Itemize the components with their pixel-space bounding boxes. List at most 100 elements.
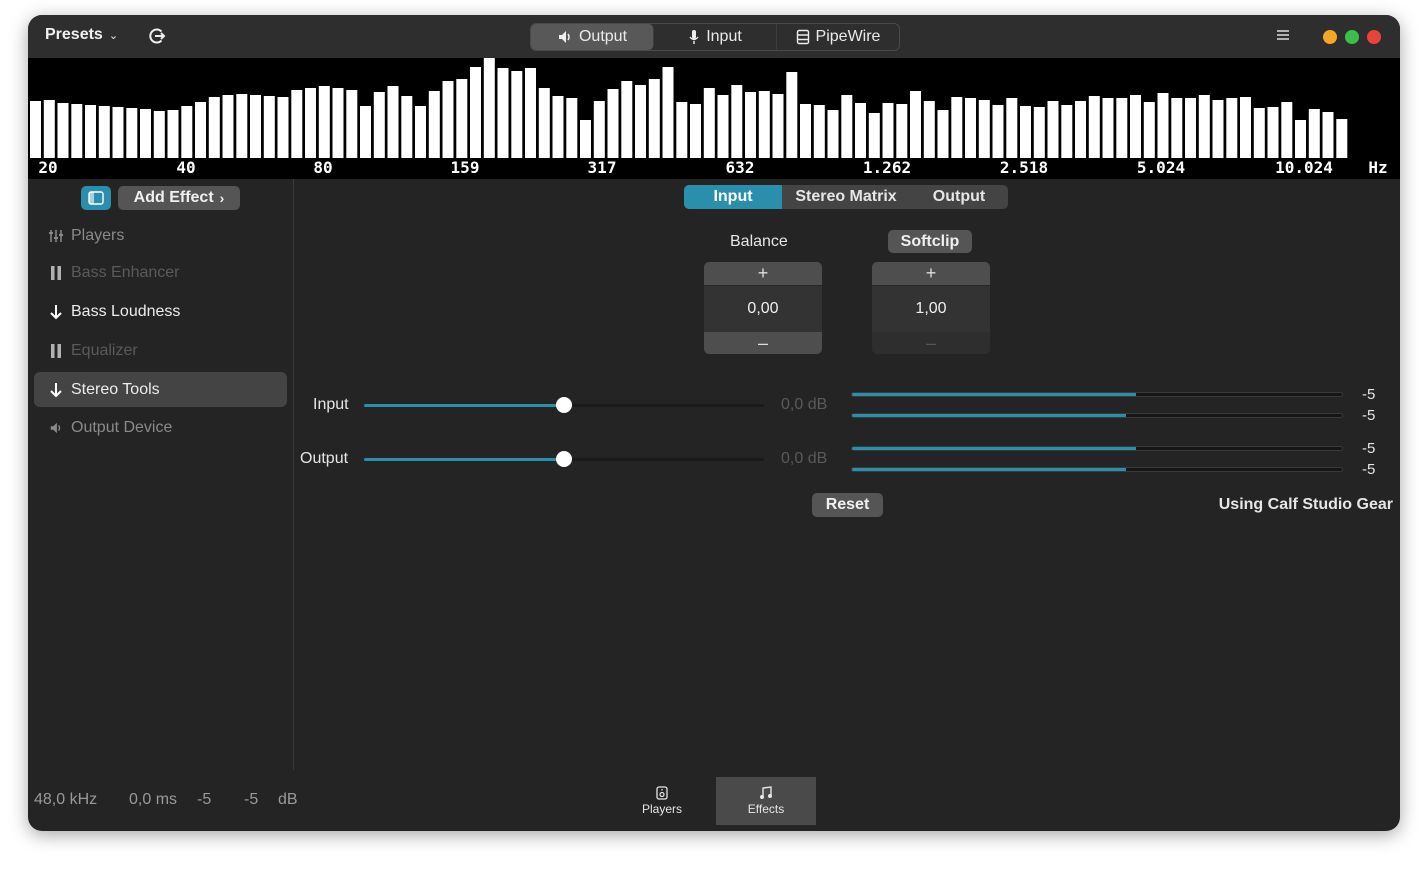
spectrum-bar: [208, 97, 220, 158]
softclip-increment-button[interactable]: +: [872, 262, 990, 286]
spectrum-bar: [841, 95, 853, 158]
effects-sidebar: Add Effect › Players Bass Enhancer Bass …: [28, 179, 294, 770]
mode-switcher: Output Input PipeWire: [530, 23, 900, 51]
spectrum-bar: [222, 95, 234, 158]
header-bar: Presets ⌄ Output Input PipeWire: [28, 15, 1400, 58]
sidebar-item-players[interactable]: Players: [34, 218, 287, 253]
input-gain-label: Input: [313, 396, 349, 413]
maximize-button[interactable]: [1345, 30, 1359, 44]
pause-icon: [49, 265, 63, 281]
spectrum-bar: [401, 96, 413, 158]
mode-output-tab[interactable]: Output: [531, 24, 654, 50]
output-gain-label: Output: [300, 450, 349, 467]
spectrum-bar: [153, 111, 165, 158]
input-gain-slider[interactable]: [364, 397, 764, 413]
spectrum-bar: [318, 86, 330, 158]
spectrum-bar: [703, 88, 715, 158]
footer-tab-players[interactable]: Players: [612, 777, 712, 825]
spectrum-bar: [731, 85, 743, 158]
softclip-spinner: + 1,00 –: [872, 262, 990, 354]
spectrum-bar: [923, 101, 935, 158]
output-level-meter-right: [851, 467, 1343, 472]
sidebar-item-output-device[interactable]: Output Device: [34, 410, 287, 445]
tab-input[interactable]: Input: [684, 185, 782, 209]
softclip-decrement-button[interactable]: –: [872, 332, 990, 354]
input-gain-knob[interactable]: [556, 397, 572, 413]
spectrum-bar: [126, 108, 138, 158]
tab-stereo-matrix[interactable]: Stereo Matrix: [782, 185, 910, 209]
spectrum-bar: [181, 106, 193, 158]
footer-tab-effects[interactable]: Effects: [716, 777, 816, 825]
balance-decrement-button[interactable]: –: [704, 332, 822, 354]
spectrum-bar: [30, 101, 41, 158]
spectrum-bar: [1033, 107, 1045, 158]
spectrum-bar: [85, 105, 96, 158]
spectrum-bar: [511, 71, 523, 158]
sidebar-item-label: Bass Loudness: [71, 302, 181, 320]
level-meter-fill: [852, 468, 1127, 471]
sidebar-toggle-button[interactable]: [81, 186, 111, 210]
spectrum-bar: [1281, 102, 1293, 158]
spectrum-bar: [937, 110, 949, 158]
freq-label-10024: 10.024: [1275, 158, 1333, 177]
footer-tab-label: Effects: [747, 802, 785, 816]
reset-button[interactable]: Reset: [812, 493, 883, 517]
section-switcher: Input Stereo Matrix Output: [684, 185, 1008, 209]
softclip-toggle[interactable]: Softclip: [888, 230, 972, 253]
speaker-icon: [49, 420, 63, 436]
spectrum-bar: [1253, 108, 1265, 158]
output-gain-knob[interactable]: [556, 451, 572, 467]
spectrum-bar: [43, 100, 55, 158]
sidebar-item-stereo-tools[interactable]: Stereo Tools: [34, 372, 287, 407]
freq-label-80: 80: [313, 158, 333, 177]
hamburger-menu-icon[interactable]: [1276, 28, 1290, 42]
balance-increment-button[interactable]: +: [704, 262, 822, 286]
spectrum-bar: [1226, 98, 1238, 158]
spectrum-bar: [57, 103, 69, 158]
minimize-button[interactable]: [1323, 30, 1337, 44]
output-level-value-right: -5: [1362, 461, 1376, 478]
player-icon: [656, 786, 668, 800]
spectrum-bar: [566, 98, 578, 158]
spectrum-bar: [305, 88, 316, 158]
add-effect-button[interactable]: Add Effect ›: [118, 186, 240, 210]
spectrum-bar: [140, 109, 151, 158]
presets-label: Presets: [45, 26, 103, 43]
spectrum-bar: [112, 107, 124, 158]
balance-spinner: + 0,00 –: [704, 262, 822, 354]
spectrum-bar: [662, 67, 674, 158]
sidebar-item-bass-loudness[interactable]: Bass Loudness: [34, 294, 287, 329]
output-gain-slider[interactable]: [364, 451, 764, 467]
level-meter-fill: [852, 414, 1127, 417]
app-window: Presets ⌄ Output Input PipeWire 20 40 80…: [28, 15, 1400, 831]
spectrum-bar: [346, 90, 358, 158]
equalizer-icon: [49, 228, 63, 244]
spectrum-bar: [676, 102, 688, 158]
spectrum-bar: [786, 72, 798, 158]
spectrum-bar: [910, 91, 921, 158]
spectrum-bar: [992, 105, 1004, 158]
spectrum-bar: [1212, 100, 1224, 158]
spectrum-analyzer: 20 40 80 159 317 632 1.262 2.518 5.024 1…: [28, 58, 1400, 179]
spectrum-bar: [593, 101, 605, 158]
spectrum-bars: [30, 58, 1348, 158]
tab-output[interactable]: Output: [910, 185, 1008, 209]
softclip-value[interactable]: 1,00: [872, 286, 990, 332]
presets-menu-button[interactable]: Presets ⌄: [45, 26, 118, 44]
spectrum-bar: [827, 110, 839, 158]
mode-pipewire-tab[interactable]: PipeWire: [777, 24, 899, 50]
spectrum-bar: [428, 91, 440, 158]
level-left-label: -5: [197, 791, 212, 808]
spectrum-bar: [800, 104, 811, 158]
sidebar-item-equalizer[interactable]: Equalizer: [34, 333, 287, 368]
bypass-icon[interactable]: [147, 26, 167, 46]
spectrum-bar: [1240, 97, 1251, 158]
output-level-value-left: -5: [1362, 440, 1376, 457]
close-button[interactable]: [1367, 30, 1381, 44]
mode-input-tab[interactable]: Input: [654, 24, 777, 50]
balance-value[interactable]: 0,00: [704, 286, 822, 332]
sidebar-item-bass-enhancer[interactable]: Bass Enhancer: [34, 255, 287, 290]
spectrum-bar: [607, 89, 619, 158]
speaker-icon: [558, 31, 570, 43]
spectrum-bar: [470, 67, 481, 158]
